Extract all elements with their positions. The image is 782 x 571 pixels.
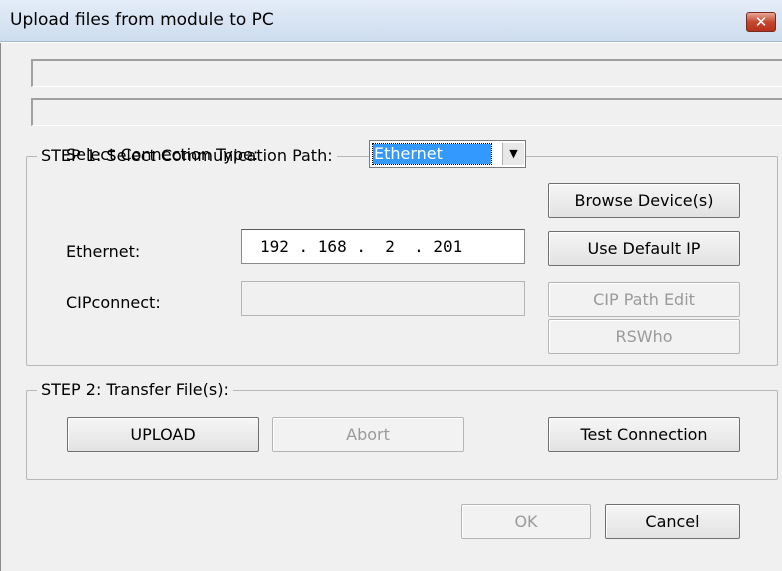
ip-address-field[interactable]: 192 . 168 . 2 . 201 xyxy=(241,229,525,264)
cip-path-edit-button[interactable]: CIP Path Edit xyxy=(548,282,740,317)
connection-type-select[interactable]: Ethernet ▼ xyxy=(369,140,526,168)
ok-button[interactable]: OK xyxy=(461,504,591,539)
ethernet-label: Ethernet: xyxy=(66,242,141,261)
test-connection-button[interactable]: Test Connection xyxy=(548,417,740,452)
close-button[interactable]: ✕ xyxy=(746,12,776,32)
connection-type-label: Select Connection Type: xyxy=(66,145,259,164)
progress-bar-secondary xyxy=(31,98,782,126)
use-default-ip-button[interactable]: Use Default IP xyxy=(548,231,740,266)
step2-legend: STEP 2: Transfer File(s): xyxy=(37,380,233,399)
connection-type-value: Ethernet xyxy=(372,143,492,165)
abort-button[interactable]: Abort xyxy=(272,417,464,452)
close-icon: ✕ xyxy=(754,13,768,31)
browse-devices-button[interactable]: Browse Device(s) xyxy=(548,183,740,218)
cipconnect-field[interactable] xyxy=(241,281,525,316)
chevron-down-icon[interactable]: ▼ xyxy=(502,143,524,165)
title-bar: Upload files from module to PC ✕ xyxy=(0,0,782,42)
progress-bar-primary xyxy=(31,59,782,87)
window-title: Upload files from module to PC xyxy=(10,10,274,30)
cancel-button[interactable]: Cancel xyxy=(605,504,740,539)
ip-address-value: 192 . 168 . 2 . 201 xyxy=(260,237,463,256)
upload-button[interactable]: UPLOAD xyxy=(67,417,259,452)
cipconnect-label: CIPconnect: xyxy=(66,293,161,312)
rswho-button[interactable]: RSWho xyxy=(548,319,740,354)
